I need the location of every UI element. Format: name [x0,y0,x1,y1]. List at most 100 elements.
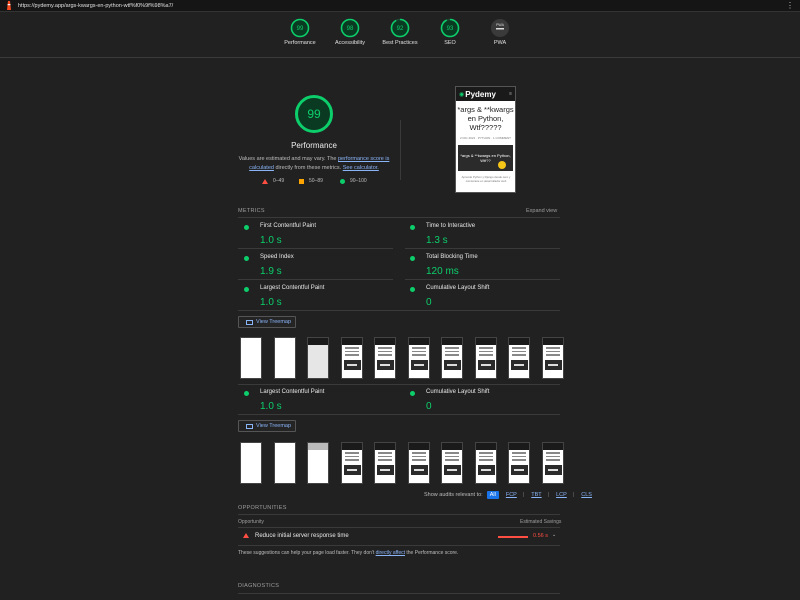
performance-hero-gauge: 99 [284,94,344,139]
performance-score: 99 [307,107,321,121]
pass-circle-icon [410,391,415,396]
gauge-pwa[interactable]: PWA PWA [470,18,530,46]
filmstrip-frame [407,337,430,379]
filmstrip-frame [340,442,363,484]
pwa-badge-text: PWA [496,23,505,27]
separator: | [547,492,550,498]
screenshot-banner: *args & **kwargs en Python, Wtf?? [458,145,513,171]
treemap-icon [246,423,253,429]
legend-label: 90–100 [350,178,367,184]
fail-triangle-icon [243,533,249,538]
filmstrip-frame [508,442,530,484]
metric-name: First Contentful Paint [260,223,317,229]
metric-name: Cumulative Layout Shift [426,389,490,395]
metric-name: Time to Interactive [426,223,476,229]
metric-name: Largest Contentful Paint [260,389,325,395]
opportunity-column: Opportunity [238,519,264,525]
pass-circle-icon [244,256,249,261]
final-screenshot[interactable]: ◉ Pydemy ≡ *args & **kwargs en Python, W… [455,86,516,193]
filmstrip-frame [374,442,396,484]
score-gauge-icon: 99 [290,18,310,38]
more-options-icon[interactable]: ⋮ [786,1,794,10]
divider [238,514,560,515]
category-gauges: 99 Performance 98 Accessibility 92 Best … [0,12,800,58]
view-treemap-button-2[interactable]: View Treemap [238,420,296,432]
emoji-icon [498,161,506,169]
view-treemap-button[interactable]: View Treemap [238,316,296,328]
metric-value: 0 [426,401,432,412]
button-label: View Treemap [256,319,292,325]
divider [238,593,560,594]
screenshot-footer: Aprende Python y Django desde cero y con… [461,175,511,183]
opportunity-name: Reduce initial server response time [255,533,349,539]
filmstrip-frame [508,337,530,379]
score-gauge-icon: 93 [440,18,460,38]
filmstrip-frame [307,337,329,379]
opportunities-note: These suggestions can help your page loa… [238,550,458,556]
metric-value: 1.0 s [260,401,282,412]
legend-pass: 90–100 [340,178,367,184]
filmstrip-frame [374,337,396,379]
see-calculator-link[interactable]: See calculator. [343,165,379,171]
menu-icon: ≡ [509,91,512,97]
address-bar: https://pydemy.app/args-kwargs-en-python… [0,0,800,12]
page-url[interactable]: https://pydemy.app/args-kwargs-en-python… [18,3,173,9]
desc-text: directly from these metrics. [273,165,343,171]
filter-label: Show audits relevant to: [424,492,483,498]
score-gauge-icon: 99 [295,95,333,133]
divider [238,217,560,218]
divider [238,310,560,311]
pass-circle-icon [244,225,249,230]
filmstrip-frame [307,442,329,484]
screenshot-brand: Pydemy [465,89,496,99]
metric-name: Speed Index [260,254,294,260]
audit-filter: Show audits relevant to: All FCP | TBT |… [424,491,595,499]
diagnostics-heading: DIAGNOSTICS [238,583,280,589]
savings-column: Estimated Savings [520,519,562,525]
filmstrip-frame [273,442,296,484]
filter-lcp[interactable]: LCP [553,491,570,499]
metric-value: 1.9 s [260,266,282,277]
filmstrip-frame [407,442,430,484]
note-text: the Performance score. [405,550,459,556]
pass-circle-icon [340,178,345,184]
opportunities-heading: OPPORTUNITIES [238,505,287,511]
filter-cls[interactable]: CLS [578,491,595,499]
filmstrip-frame [340,337,363,379]
filmstrip [240,337,575,379]
treemap-icon [246,319,253,325]
lighthouse-icon [7,1,11,10]
filter-all[interactable]: All [486,491,499,499]
performance-title: Performance [291,141,337,150]
metric-value: 1.3 s [426,235,448,246]
score-gauge-icon: 92 [390,18,410,38]
screenshot-meta: 2 DIC 2021 · PYTHON · 1 COMMENT [459,136,511,140]
metric-value: 120 ms [426,266,459,277]
pwa-badge-icon: PWA [491,19,509,37]
pass-circle-icon [410,225,415,230]
filmstrip-2 [240,442,575,484]
opportunity-row[interactable]: Reduce initial server response time 0.56… [238,530,562,544]
filter-fcp[interactable]: FCP [503,491,520,499]
directly-affect-link[interactable]: directly affect [376,550,405,556]
metric-value: 1.0 s [260,235,282,246]
expand-view-toggle[interactable]: Expand view [526,208,557,214]
legend-fail: 0–49 [262,178,284,184]
opportunity-savings: 0.56 s [533,533,548,539]
screenshot-header: ◉ Pydemy ≡ [456,87,515,101]
note-text: These suggestions can help your page loa… [238,550,376,556]
filmstrip-frame [240,337,262,379]
desc-text: Values are estimated and may vary. The [238,156,338,162]
pass-circle-icon [244,287,249,292]
gauge-score: 93 [447,26,454,32]
legend-label: 50–89 [309,178,323,184]
filmstrip-frame [541,337,564,379]
filter-tbt[interactable]: TBT [528,491,544,499]
screenshot-title: *args & **kwargs en Python, Wtf????? [457,105,514,132]
chevron-down-icon[interactable]: ⌄ [552,532,556,538]
filmstrip-frame [474,337,497,379]
performance-description: Values are estimated and may vary. The p… [236,155,392,173]
filmstrip-frame [273,337,296,379]
filmstrip-frame [541,442,564,484]
divider [400,120,401,180]
